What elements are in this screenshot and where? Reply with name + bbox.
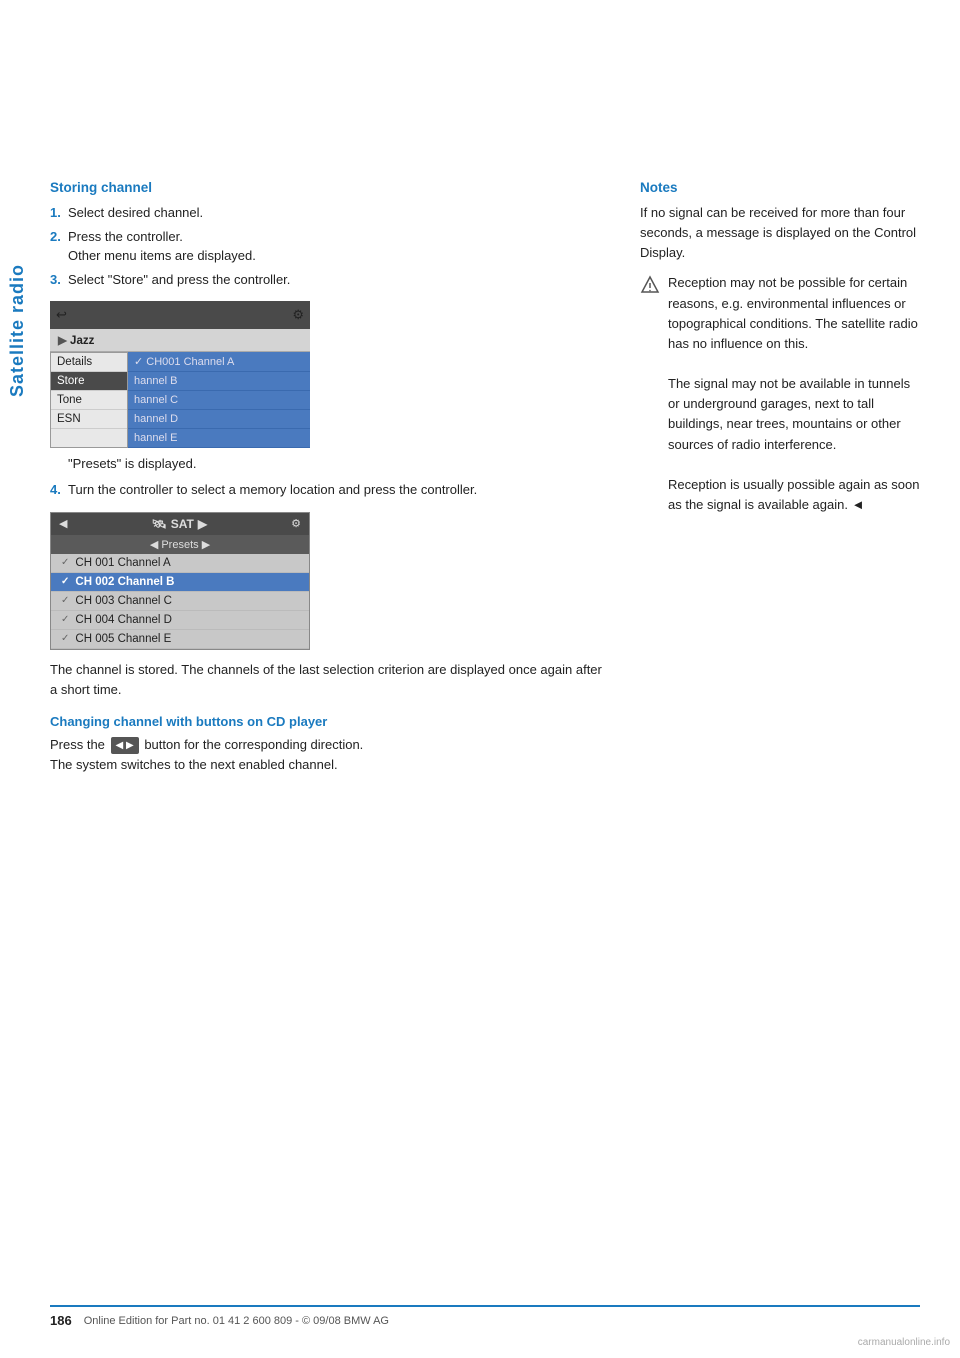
changing-channel-heading: Changing channel with buttons on CD play… <box>50 714 610 729</box>
sidebar-label-text: Satellite radio <box>8 263 29 396</box>
page-number: 186 <box>50 1313 72 1328</box>
end-marker: ◄ <box>852 497 865 512</box>
screen2-ch-005: ✓ CH 005 Channel E <box>51 630 309 649</box>
step-1-text: Select desired channel. <box>68 203 610 223</box>
note-1: If no signal can be received for more th… <box>640 203 920 263</box>
screen1-ch-c: hannel C <box>128 391 310 410</box>
steps-list-1: 1. Select desired channel. 2. Press the … <box>50 203 610 289</box>
step-4: 4. Turn the controller to select a memor… <box>50 480 610 500</box>
screen2-ch-002: ✓ CH 002 Channel B <box>51 573 309 592</box>
storing-channel-heading: Storing channel <box>50 180 610 195</box>
screen1-ch-e: hannel E <box>128 429 310 448</box>
screen2-ch-005-check: ✓ <box>61 633 69 644</box>
step-1: 1. Select desired channel. <box>50 203 610 223</box>
screen1-ch-a: ✓ CH001 Channel A <box>128 352 310 372</box>
screen1-menu-tone: Tone <box>51 391 127 410</box>
step-2-text: Press the controller.Other menu items ar… <box>68 227 610 266</box>
step-4-text: Turn the controller to select a memory l… <box>68 480 610 500</box>
screen1-menu-store: Store <box>51 372 127 391</box>
screen1-gear-icon: ⚙ <box>292 307 304 323</box>
step-1-num: 1. <box>50 203 68 223</box>
screen1-ch-b: hannel B <box>128 372 310 391</box>
screen1-channels: ✓ CH001 Channel A hannel B hannel C hann… <box>128 352 310 448</box>
screen2-ch-004-check: ✓ <box>61 614 69 625</box>
screen2-ch-003: ✓ CH 003 Channel C <box>51 592 309 611</box>
screen1-body: Jazz Details Store Tone ESN ✓ CH001 Chan… <box>50 329 310 448</box>
screen2-arrow-right-icon: ▶ <box>198 517 207 531</box>
screen2-ch-001: ✓ CH 001 Channel A <box>51 554 309 573</box>
step-4-num: 4. <box>50 480 68 500</box>
footer-text: Online Edition for Part no. 01 41 2 600 … <box>84 1315 389 1327</box>
screen2-ch-004: ✓ CH 004 Channel D <box>51 611 309 630</box>
note-2-text: Reception may not be possible for certai… <box>668 273 920 515</box>
step-3-text: Select "Store" and press the controller. <box>68 270 610 290</box>
screen2-header: ◀ 🛰 SAT ▶ ⚙ <box>51 513 309 535</box>
screen2-presets: ◀ Presets ▶ <box>51 535 309 554</box>
screen1-menu: Details Store Tone ESN <box>50 352 128 448</box>
left-column: Storing channel 1. Select desired channe… <box>50 180 610 783</box>
screen1-back-icon: ↩ <box>56 307 67 323</box>
screen1-jazz: Jazz <box>50 329 310 352</box>
step-2-num: 2. <box>50 227 68 266</box>
screen2-sat: 🛰 SAT ▶ <box>152 517 208 531</box>
steps-list-2: 4. Turn the controller to select a memor… <box>50 480 610 500</box>
screen1-channel-area: Details Store Tone ESN ✓ CH001 Channel A… <box>50 352 310 448</box>
screen2: ◀ 🛰 SAT ▶ ⚙ ◀ Presets ▶ ✓ CH 001 Channel… <box>50 512 310 650</box>
notes-heading: Notes <box>640 180 920 195</box>
cd-button-icon: ◀ ▶ <box>111 737 139 755</box>
screen1-menu-details: Details <box>51 353 127 372</box>
step-2: 2. Press the controller.Other menu items… <box>50 227 610 266</box>
screen2-ch-002-check: ✓ <box>61 576 69 587</box>
screen1: ↩ ⚙ Jazz Details Store Tone ESN ✓ CH001 … <box>50 301 310 448</box>
step-3: 3. Select "Store" and press the controll… <box>50 270 610 290</box>
triangle-note: Reception may not be possible for certai… <box>640 273 920 515</box>
screen2-gear-icon: ⚙ <box>291 517 301 530</box>
sidebar-label: Satellite radio <box>0 180 36 480</box>
screen2-ch-003-check: ✓ <box>61 595 69 606</box>
screen1-header: ↩ ⚙ <box>50 301 310 329</box>
cd-player-text: Press the ◀ ▶ button for the correspondi… <box>50 735 610 775</box>
screen1-menu-esn: ESN <box>51 410 127 429</box>
screen2-sat-label: SAT <box>171 517 194 531</box>
step-3-num: 3. <box>50 270 68 290</box>
screen2-ch-001-check: ✓ <box>61 557 69 568</box>
screen1-ch-d: hannel D <box>128 410 310 429</box>
presets-note: "Presets" is displayed. <box>68 454 610 474</box>
screen2-sat-icon: 🛰 <box>152 517 167 531</box>
watermark: carmanualonline.info <box>858 1337 950 1348</box>
triangle-icon <box>640 275 660 295</box>
screen2-arrow-left-icon: ◀ <box>59 517 67 530</box>
page-footer: 186 Online Edition for Part no. 01 41 2 … <box>50 1305 920 1328</box>
stored-text: The channel is stored. The channels of t… <box>50 660 610 700</box>
right-column: Notes If no signal can be received for m… <box>640 180 920 783</box>
